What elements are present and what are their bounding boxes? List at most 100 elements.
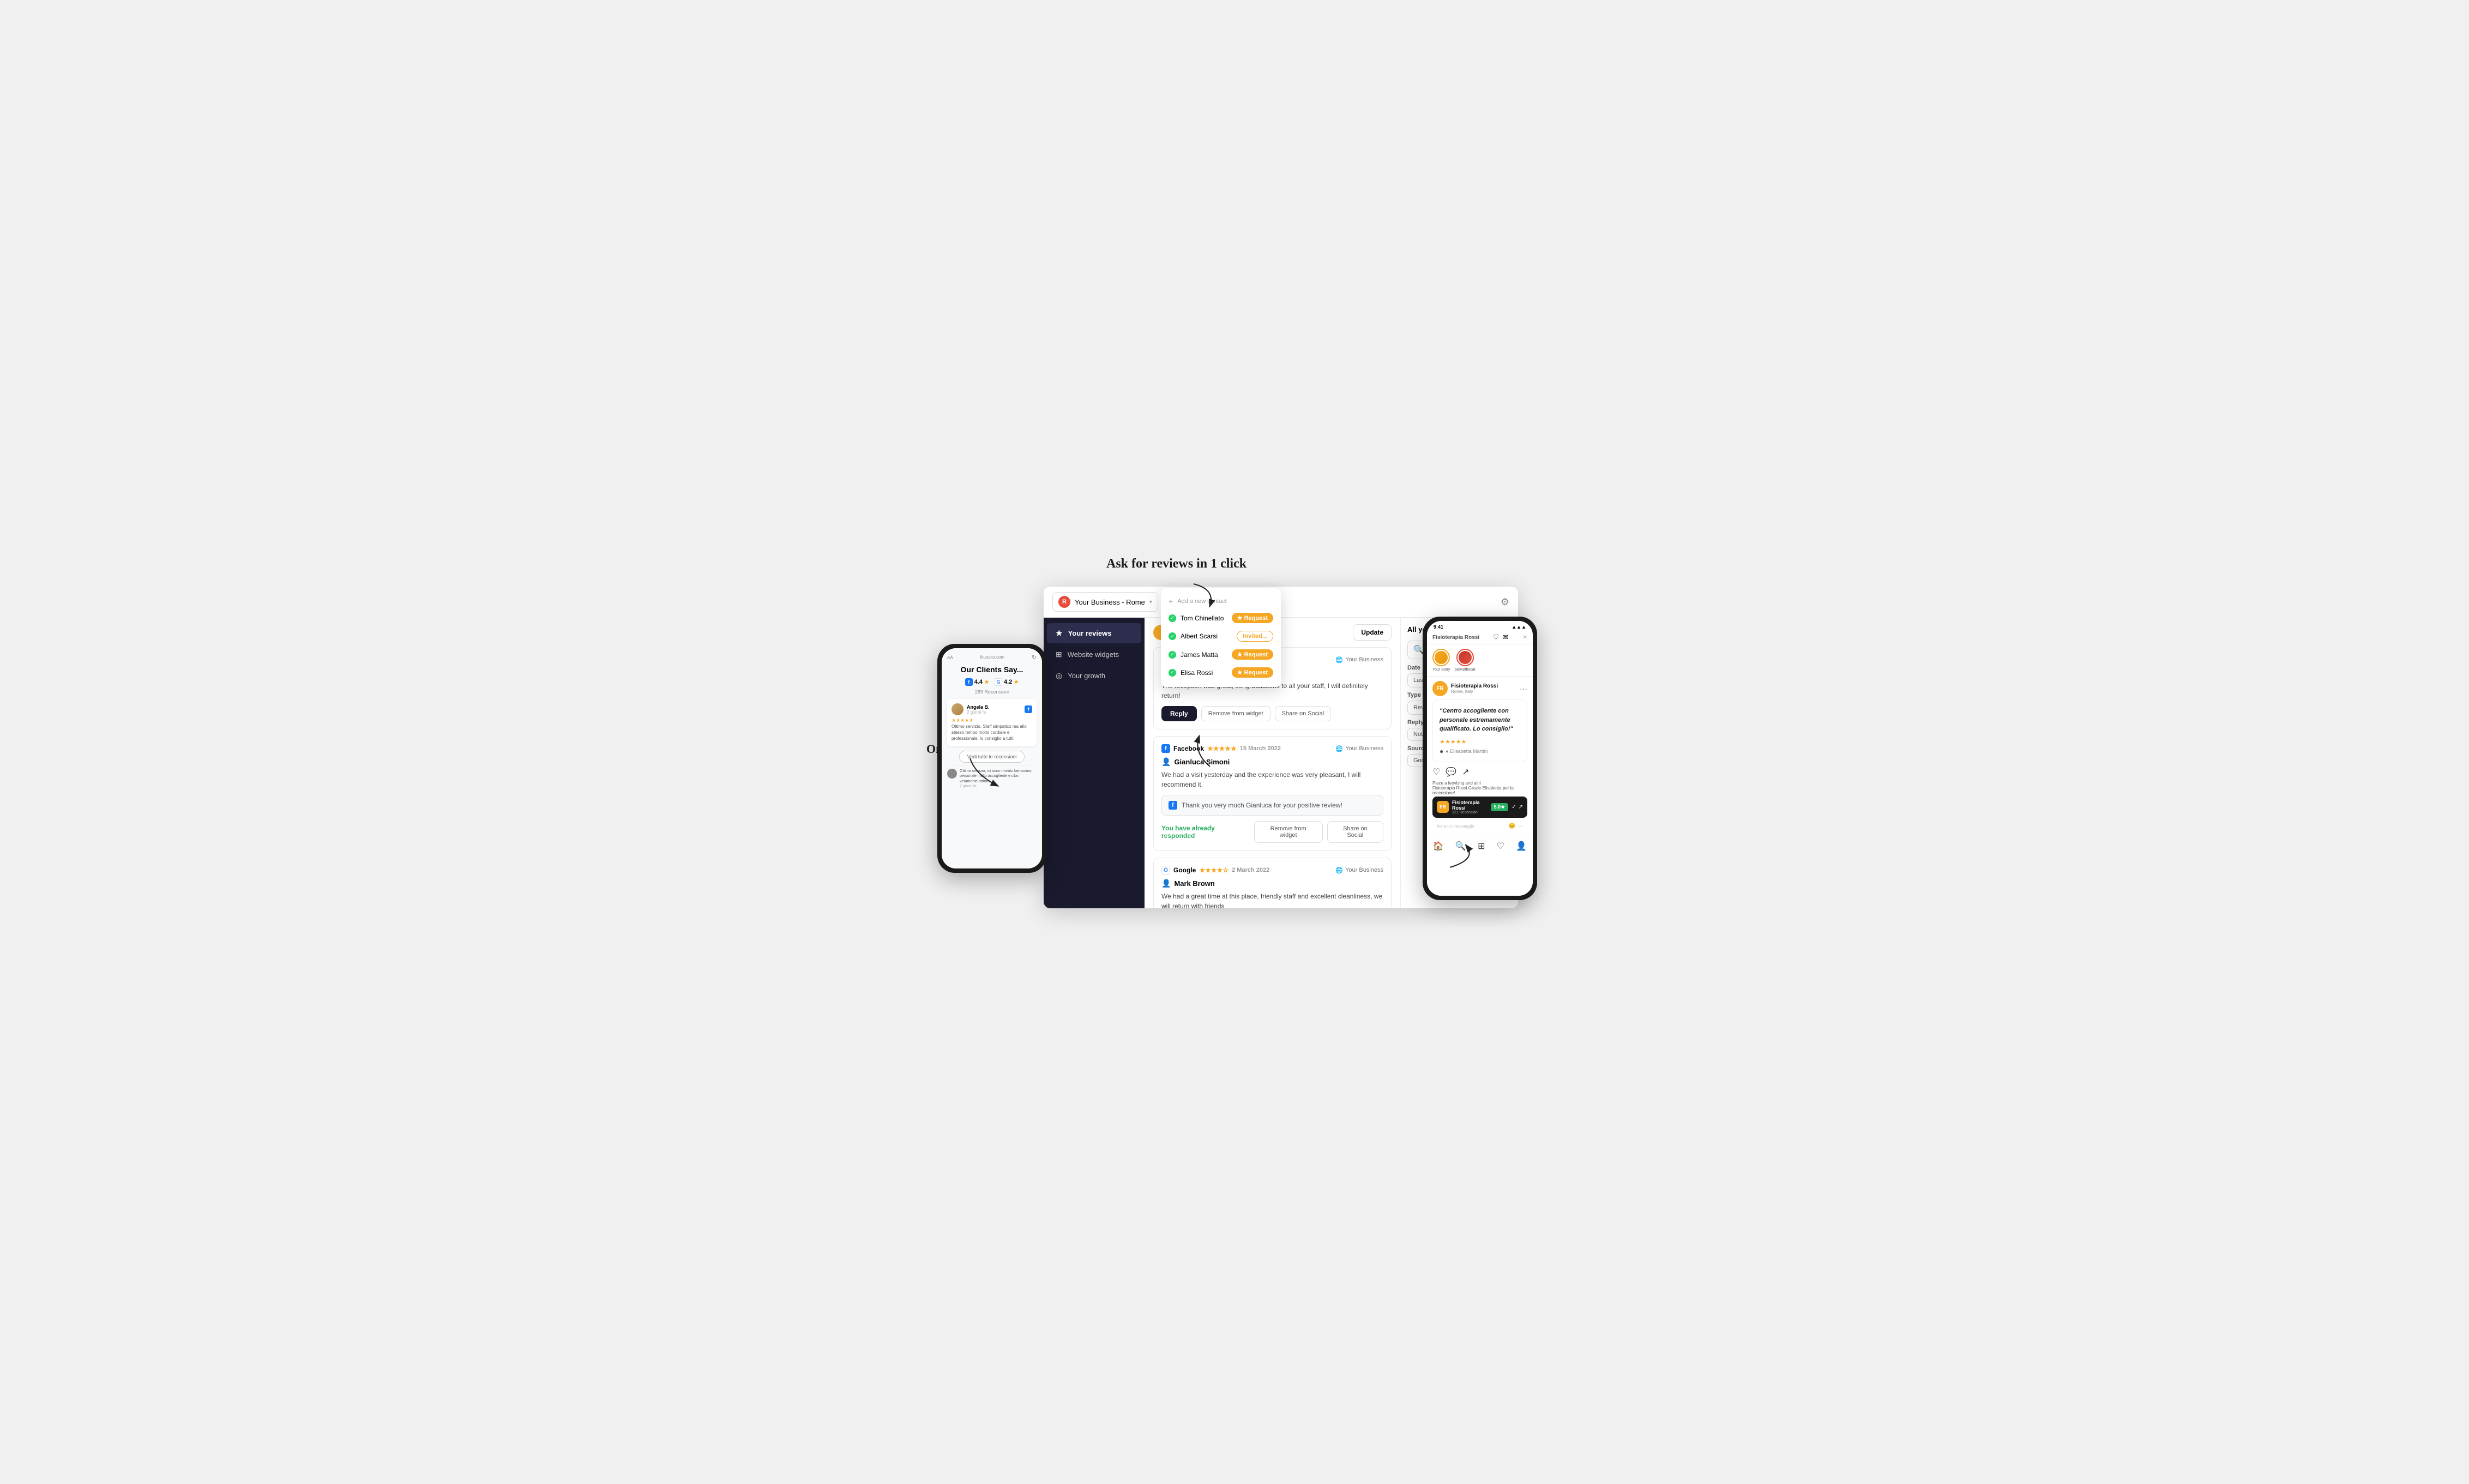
- sidebar-item-your-growth[interactable]: ◎ Your growth: [1047, 666, 1141, 686]
- business-tag-label: Your Business: [1345, 745, 1383, 752]
- gear-icon[interactable]: ⚙: [1501, 596, 1509, 608]
- business-selector[interactable]: R Your Business - Rome ▾: [1052, 592, 1158, 612]
- whatsapp-icon: ✓: [1169, 669, 1176, 677]
- add-contact-row[interactable]: + Add a new contact: [1161, 594, 1281, 609]
- business-name-label: Fisioterapia Rossi: [1432, 635, 1479, 641]
- insta-nav: 🏠 🔍 ⊞ ♡ 👤: [1427, 836, 1533, 854]
- recensioni-label: 289 Recensioni: [947, 689, 1037, 695]
- review-date-2: 15 March 2022: [1240, 745, 1281, 752]
- remove-from-widget-button-1[interactable]: Remove from widget: [1201, 706, 1270, 721]
- share-on-social-button-2[interactable]: Share on Social: [1327, 821, 1383, 843]
- remove-from-widget-button-2[interactable]: Remove from widget: [1254, 821, 1323, 843]
- review-card-2: f Facebook ★★★★★ 15 March 2022 🌐 Your Bu…: [1153, 736, 1392, 851]
- more-icon[interactable]: ···: [1520, 684, 1527, 693]
- avatar-icon: 👤: [1161, 879, 1171, 888]
- source-label: Facebook: [1173, 745, 1204, 752]
- stories-row: Your Story pervaithecat: [1427, 644, 1533, 677]
- nav-profile-icon[interactable]: 👤: [1516, 841, 1527, 852]
- widget-title: Our Clients Say...: [947, 665, 1037, 674]
- check-circle-icon: ✓: [1511, 804, 1516, 810]
- sidebar-item-website-widgets[interactable]: ⊞ Website widgets: [1047, 644, 1141, 665]
- grid-icon: ⊞: [1056, 650, 1062, 659]
- story-avatar-rossi: [1459, 651, 1472, 664]
- star-icon: ★: [1056, 629, 1063, 638]
- likes-row: Place a leevishq and altri Fisioterapia …: [1432, 780, 1527, 797]
- share-on-social-button-1[interactable]: Share on Social: [1275, 706, 1332, 721]
- send-icon: ···: [1517, 823, 1523, 829]
- fb-rating-value: 4.4: [974, 679, 983, 685]
- whatsapp-icon: ✓: [1169, 651, 1176, 659]
- phone-right-inner: 9:41 ▲▲▲ Fisioterapia Rossi ♡ ✉ ✕: [1427, 621, 1533, 896]
- story-label: Your Story: [1432, 668, 1450, 672]
- scene: Ask for reviews in 1 click On your websi…: [926, 557, 1543, 927]
- star-icon-sm: ★: [1014, 679, 1019, 685]
- contact-row-0[interactable]: ✓ Tom Chinellato ★ Request: [1161, 609, 1281, 627]
- business-brand-card: FR Fisioterapia Rossi 121 Recensioni 5.0…: [1432, 797, 1527, 818]
- brand-avatar: FR: [1437, 801, 1449, 813]
- nav-heart-icon[interactable]: ♡: [1497, 841, 1504, 852]
- reviewer-name-label: Gianluca Simoni: [1174, 758, 1230, 766]
- source-label: Google: [1173, 866, 1196, 874]
- business-tag-3: 🌐 Your Business: [1335, 867, 1383, 874]
- quote-text: "Centro accogliente con personale estrem…: [1440, 707, 1520, 734]
- request-btn-0[interactable]: ★ Request: [1232, 613, 1273, 623]
- widget-review-card: Angela B. 2 giorni fa f ★★★★★ Ottimo ser…: [947, 699, 1037, 746]
- post-header: FR Fisioterapia Rossi Rome, Italy ···: [1432, 681, 1527, 696]
- see-all-reviews-button[interactable]: Vedi tutte le recensioni: [959, 751, 1025, 763]
- story-label-rossi: pervaithecat: [1454, 668, 1475, 672]
- request-btn-3[interactable]: ★ Request: [1232, 667, 1273, 678]
- annotation-top: Ask for reviews in 1 click: [1106, 557, 1246, 571]
- facebook-icon-review: f: [1025, 705, 1032, 713]
- star-icon: ★: [1237, 669, 1243, 676]
- contact-name-2: James Matta: [1181, 651, 1218, 659]
- reviewer-time: 2 giorni fa: [967, 710, 990, 715]
- heart-icon: ♡: [1493, 633, 1500, 642]
- nav-search-icon[interactable]: 🔍: [1455, 841, 1466, 852]
- contact-name-0: Tom Chinellato: [1181, 614, 1224, 622]
- request-label-3: Request: [1244, 669, 1268, 676]
- contact-row-2[interactable]: ✓ James Matta ★ Request: [1161, 646, 1281, 663]
- widget-fb-text: Ottimo servizio, mi sono trovato benissi…: [960, 769, 1037, 785]
- facebook-icon-reply: f: [1169, 801, 1177, 810]
- post-quote-card: "Centro accogliente con personale estrem…: [1432, 699, 1527, 762]
- sidebar-item-label: Your reviews: [1068, 629, 1112, 637]
- sidebar-item-your-reviews[interactable]: ★ Your reviews: [1047, 623, 1141, 643]
- insta-post: FR Fisioterapia Rossi Rome, Italy ··· "C…: [1427, 677, 1533, 836]
- story-ring-rossi: [1456, 649, 1474, 666]
- comment-icon[interactable]: 💬: [1446, 767, 1456, 777]
- nav-home-icon[interactable]: 🏠: [1433, 841, 1444, 852]
- reviewer-name: Angela B.: [967, 704, 990, 710]
- reviewer-name-label: Mark Brown: [1174, 879, 1214, 888]
- story-item-rossi[interactable]: pervaithecat: [1454, 649, 1475, 672]
- quote-reviewer-name: ● Elisabetta Martini: [1446, 749, 1488, 754]
- update-button[interactable]: Update: [1353, 624, 1392, 641]
- invited-btn-1[interactable]: Invited...: [1237, 631, 1273, 642]
- time-label: 9:41: [1434, 624, 1443, 630]
- story-item-yours[interactable]: Your Story: [1432, 649, 1450, 672]
- request-btn-2[interactable]: ★ Request: [1232, 649, 1273, 660]
- fb-rating: f 4.4 ★: [965, 678, 989, 686]
- star-icon-sm: ★: [984, 679, 989, 685]
- reviewer-info: Angela B. 2 giorni fa: [967, 704, 990, 715]
- business-tag-2: 🌐 Your Business: [1335, 745, 1383, 752]
- widget-reviewer: Angela B. 2 giorni fa f: [952, 703, 1032, 715]
- review-source-2: f Facebook ★★★★★ 15 March 2022: [1161, 744, 1281, 753]
- contact-row-3[interactable]: ✓ Elisa Rossi ★ Request: [1161, 663, 1281, 681]
- reviewer-name-2: 👤 Gianluca Simoni: [1161, 757, 1383, 767]
- review-card-3: G Google ★★★★☆ 2 March 2022 🌐 Your Busin…: [1153, 858, 1392, 908]
- nav-reels-icon[interactable]: ⊞: [1478, 841, 1485, 852]
- top-bar: R Your Business - Rome ▾ ★ Request Revie…: [1044, 587, 1518, 618]
- widget-ratings: f 4.4 ★ G 4.2 ★: [947, 678, 1037, 686]
- post-location: Rome, Italy: [1451, 689, 1498, 694]
- reply-button-1[interactable]: Reply: [1161, 706, 1197, 721]
- story-ring: [1432, 649, 1450, 666]
- insta-top-icons: ♡ ✉: [1493, 633, 1509, 642]
- quote-dot: ●: [1440, 747, 1443, 755]
- stars-3: ★★★★☆: [1199, 866, 1229, 874]
- reviewer-name-3: 👤 Mark Brown: [1161, 879, 1383, 888]
- globe-icon: 🌐: [1335, 867, 1343, 874]
- chevron-down-icon: ▾: [1149, 599, 1152, 605]
- like-icon[interactable]: ♡: [1432, 767, 1440, 777]
- contact-row-1[interactable]: ✓ Albert Scarsi Invited...: [1161, 627, 1281, 646]
- share-icon[interactable]: ↗: [1462, 767, 1469, 777]
